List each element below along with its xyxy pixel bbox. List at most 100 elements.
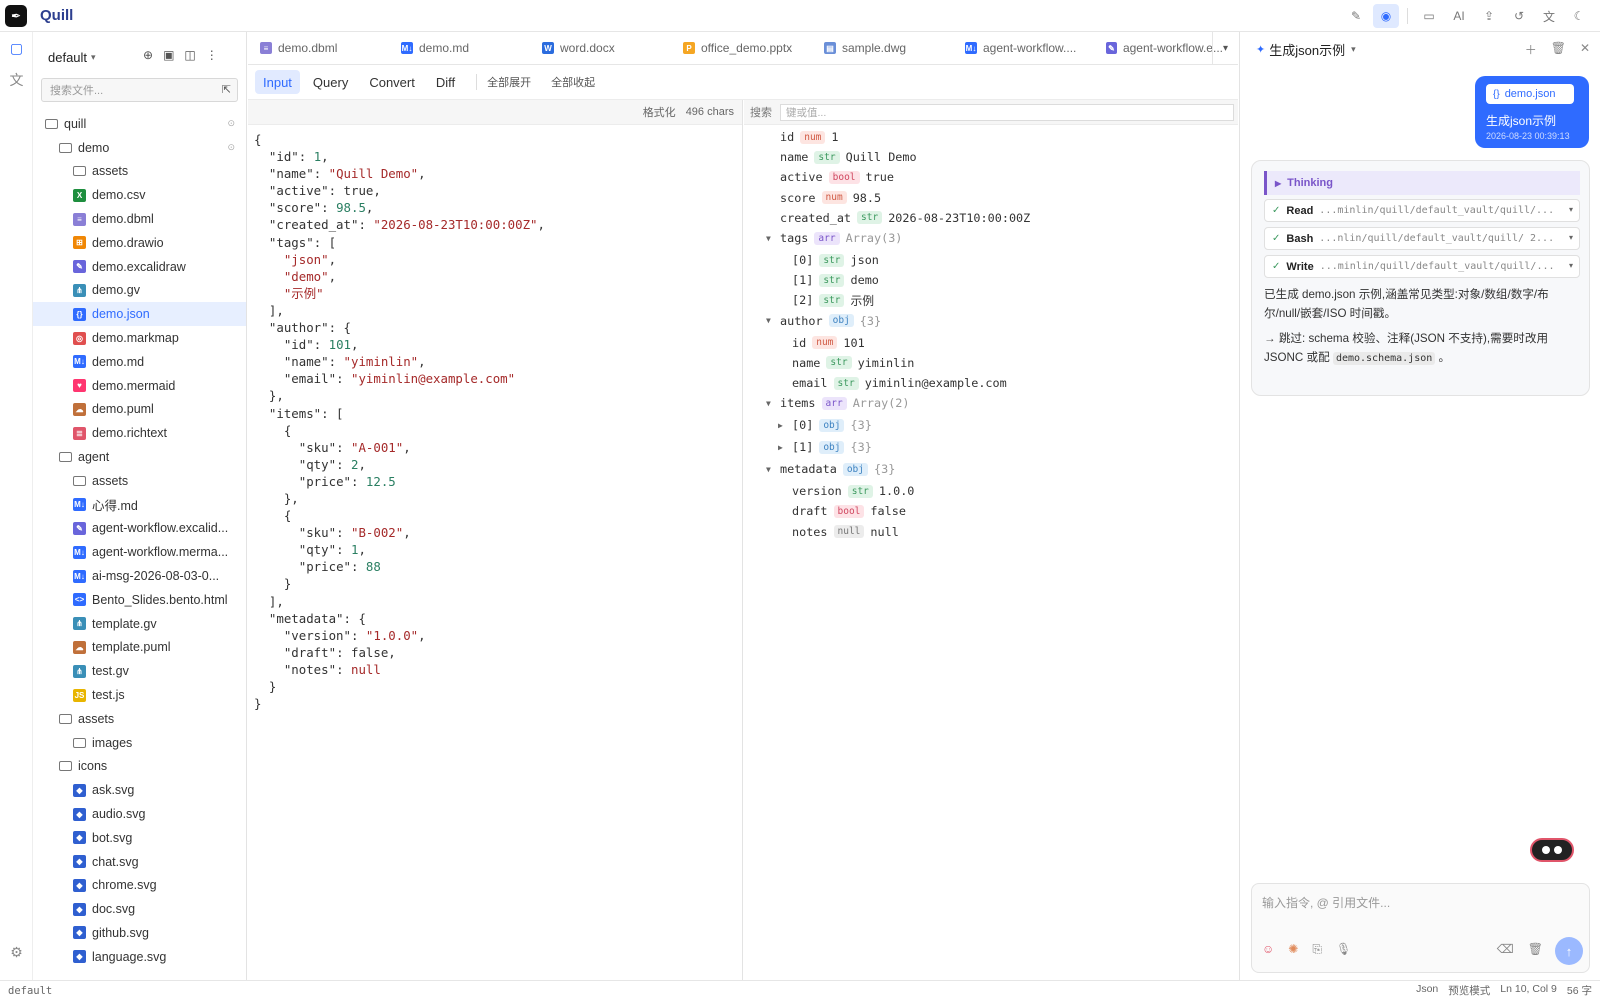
new-folder-icon[interactable]: ▣ <box>163 48 174 62</box>
thinking-toggle[interactable]: ▶ Thinking <box>1264 171 1580 195</box>
new-chat-plus-icon[interactable]: ＋ <box>1525 41 1537 58</box>
tree-item[interactable]: ⊞ demo.drawio <box>33 231 246 255</box>
tree-item[interactable]: demo ⊙ <box>33 136 246 160</box>
expand-all-button[interactable]: 全部展开 <box>487 74 531 90</box>
json-code-editor[interactable]: { "id": 1, "name": "Quill Demo", "active… <box>248 125 742 712</box>
tree-item[interactable]: ⋔ template.gv <box>33 612 246 636</box>
tree-item[interactable]: ✎ agent-workflow.excalid... <box>33 517 246 541</box>
tree-item[interactable]: ◆ chat.svg <box>33 850 246 874</box>
tree-item[interactable]: assets <box>33 160 246 184</box>
tool-call-write[interactable]: ✓ Write ...minlin/quill/default_vault/quil… <box>1264 255 1580 278</box>
tree-item[interactable]: ◆ audio.svg <box>33 802 246 826</box>
tree-search-input[interactable]: 键或值... <box>780 103 1234 121</box>
tree-node[interactable]: ▼ tags arr Array(3) <box>766 229 902 247</box>
tree-item[interactable]: ◆ doc.svg <box>33 897 246 921</box>
status-mode[interactable]: 预览模式 <box>1448 983 1490 998</box>
tree-item[interactable]: ◆ chrome.svg <box>33 874 246 898</box>
open-external-icon[interactable]: ⇱ <box>222 83 231 96</box>
editor-tab[interactable]: ▤ sample.dwg <box>812 32 953 65</box>
send-button[interactable]: ↑ <box>1555 937 1583 965</box>
attached-file-chip[interactable]: {} demo.json <box>1486 84 1574 104</box>
eraser-icon[interactable]: ⌫ <box>1497 942 1514 956</box>
settings-gear-icon[interactable]: ⚙ <box>0 936 33 968</box>
collapse-all-button[interactable]: 全部收起 <box>551 74 595 90</box>
translate-panel-icon[interactable]: 文 <box>0 64 33 96</box>
tree-item[interactable]: M↓ agent-workflow.merma... <box>33 540 246 564</box>
tree-item[interactable]: ◆ github.svg <box>33 921 246 945</box>
tree-node[interactable]: ▼ author obj {3} <box>766 312 881 330</box>
tool-call-read[interactable]: ✓ Read ...minlin/quill/default_vault/quill… <box>1264 199 1580 222</box>
file-search-input[interactable]: 搜索文件... ⇱ <box>41 78 238 102</box>
delete-trash-icon[interactable]: 🗑 <box>1551 41 1566 58</box>
history-icon[interactable]: ↺ <box>1506 4 1532 28</box>
ai-icon[interactable]: AI <box>1446 4 1472 28</box>
trash-icon[interactable]: 🗑 <box>1528 942 1543 956</box>
tree-item[interactable]: ⋔ test.gv <box>33 659 246 683</box>
caret-right-icon[interactable]: ▶ <box>778 421 783 430</box>
tree-node[interactable]: ▼ metadata obj {3} <box>766 460 895 478</box>
tree-item[interactable]: <> Bento_Slides.bento.html <box>33 588 246 612</box>
tree-item[interactable]: JS test.js <box>33 683 246 707</box>
tree-item[interactable]: ♥ demo.mermaid <box>33 374 246 398</box>
editor-tab[interactable]: Poffice_demo.pptx <box>671 32 812 65</box>
theme-icon[interactable]: ☾ <box>1566 4 1592 28</box>
tree-item[interactable]: M↓ 心得.md <box>33 493 246 517</box>
status-language[interactable]: Json <box>1416 983 1438 998</box>
attach-paperclip-icon[interactable]: ⎘ <box>1312 942 1322 957</box>
tree-node[interactable]: ▶ [0] obj {3} <box>778 416 872 434</box>
tabs-overflow-chevron-icon[interactable]: ▾ <box>1212 32 1238 65</box>
tool-call-bash[interactable]: ✓ Bash ...nlin/quill/default_vault/quill/ … <box>1264 227 1580 250</box>
tree-item[interactable]: ≡ demo.dbml <box>33 207 246 231</box>
tree-item[interactable]: ◆ bot.svg <box>33 826 246 850</box>
close-icon[interactable]: ✕ <box>1580 41 1590 58</box>
more-icon[interactable]: ⋮ <box>206 48 218 62</box>
tree-item[interactable]: ≣ demo.richtext <box>33 421 246 445</box>
editor-tab[interactable]: ≡ demo.dbml <box>248 32 389 65</box>
tree-item[interactable]: ◎ demo.markmap <box>33 326 246 350</box>
tree-item[interactable]: images <box>33 731 246 755</box>
caret-down-icon[interactable]: ▼ <box>766 316 771 325</box>
tree-item[interactable]: assets <box>33 469 246 493</box>
caret-down-icon[interactable]: ▼ <box>766 234 771 243</box>
translate-icon[interactable]: 文 <box>1536 4 1562 28</box>
caret-down-icon[interactable]: ▼ <box>766 465 771 474</box>
editor-tab[interactable]: M↓ demo.md <box>389 32 530 65</box>
share-icon[interactable]: ⇪ <box>1476 4 1502 28</box>
tree-item[interactable]: quill ⊙ <box>33 112 246 136</box>
locate-icon[interactable]: ⊕ <box>143 48 153 62</box>
editor-tab[interactable]: Wword.docx <box>530 32 671 65</box>
tree-item[interactable]: ⋔ demo.gv <box>33 279 246 303</box>
microphone-icon[interactable]: 🎙 <box>1336 942 1351 957</box>
caret-down-icon[interactable]: ▼ <box>766 399 771 408</box>
mascot-bot-icon[interactable] <box>1530 838 1574 862</box>
tree-node[interactable]: ▼ items arr Array(2) <box>766 394 910 412</box>
preview-icon[interactable]: ◉ <box>1373 4 1399 28</box>
tree-item[interactable]: M↓ ai-msg-2026-08-03-0... <box>33 564 246 588</box>
tree-item[interactable]: ☁ template.puml <box>33 636 246 660</box>
chat-input-box[interactable]: 输入指令, @ 引用文件... ☺ ✺ ⎘ 🎙 ⌫ 🗑 ↑ <box>1251 883 1590 973</box>
tree-item[interactable]: ✎ demo.excalidraw <box>33 255 246 279</box>
mode-tab-diff[interactable]: Diff <box>428 70 463 94</box>
format-button[interactable]: 格式化 <box>643 104 676 120</box>
pin-icon[interactable]: ⊙ <box>227 142 235 153</box>
tree-item[interactable]: agent <box>33 445 246 469</box>
sparkle-icon[interactable]: ✺ <box>1288 942 1298 957</box>
collapse-panel-icon[interactable]: ◫ <box>184 48 195 62</box>
tree-item[interactable]: ◆ ask.svg <box>33 778 246 802</box>
tree-item[interactable]: M↓ demo.md <box>33 350 246 374</box>
mode-tab-query[interactable]: Query <box>305 70 356 94</box>
tree-item[interactable]: assets <box>33 707 246 731</box>
caret-right-icon[interactable]: ▶ <box>778 443 783 452</box>
tree-item[interactable]: icons <box>33 755 246 779</box>
files-icon[interactable]: ▢ <box>0 32 33 64</box>
tree-item[interactable]: ☁ demo.puml <box>33 398 246 422</box>
pin-icon[interactable]: ⊙ <box>227 118 235 129</box>
tree-item[interactable]: ◆ language.svg <box>33 945 246 969</box>
bot-icon[interactable]: ☺ <box>1262 942 1274 957</box>
tree-node[interactable]: ▶ [1] obj {3} <box>778 438 872 456</box>
tree-item[interactable]: {} demo.json <box>33 302 246 327</box>
edit-icon[interactable]: ✎ <box>1343 4 1369 28</box>
tree-item[interactable]: Xdemo.csv <box>33 183 246 207</box>
mode-tab-input[interactable]: Input <box>255 70 300 94</box>
editor-tab[interactable]: M↓ agent-workflow.... <box>953 32 1094 65</box>
